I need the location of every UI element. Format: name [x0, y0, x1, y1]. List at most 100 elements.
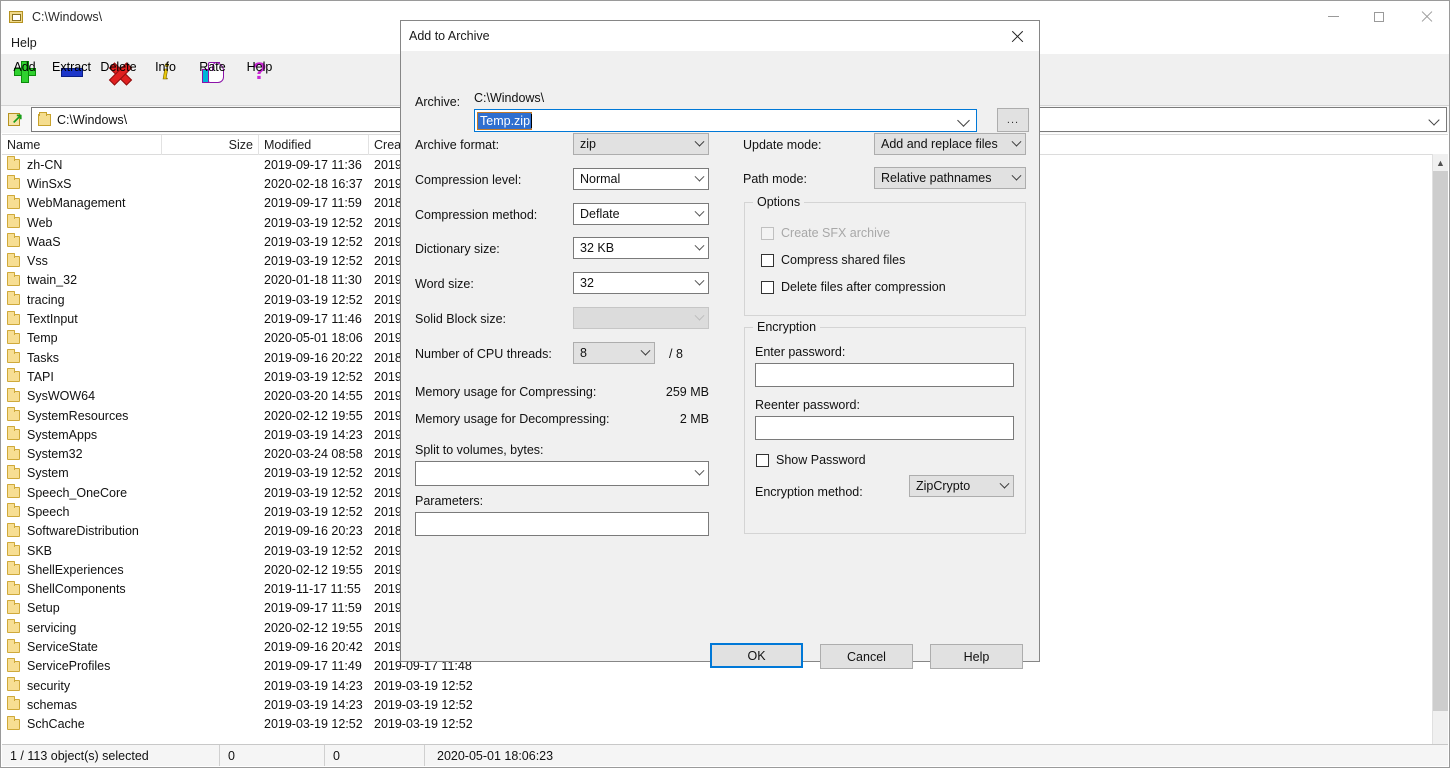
archive-format-label: Archive format:	[415, 138, 499, 152]
folder-icon	[7, 391, 20, 402]
checkbox-box	[761, 281, 774, 294]
cell-name: Speech	[2, 502, 162, 521]
cell-name: ShellComponents	[2, 580, 162, 599]
maximize-button[interactable]	[1356, 1, 1402, 32]
cell-created: 2019-03-19 12:52	[369, 715, 479, 734]
path-mode-value: Relative pathnames	[881, 171, 1007, 185]
cell-size	[162, 232, 259, 251]
toolbar-add-label: Add	[13, 60, 35, 75]
compress-shared-files-checkbox[interactable]: Compress shared files	[761, 253, 905, 267]
cell-size	[162, 290, 259, 309]
toolbar-info-button[interactable]: i Info	[142, 56, 189, 104]
file-name: TextInput	[27, 312, 78, 326]
toolbar-add-button[interactable]: Add	[1, 56, 48, 104]
cell-size	[162, 252, 259, 271]
table-row[interactable]: SchCache2019-03-19 12:522019-03-19 12:52	[2, 715, 1448, 734]
reenter-password-input[interactable]	[755, 416, 1014, 440]
cell-size	[162, 695, 259, 714]
close-button[interactable]	[1402, 1, 1449, 32]
column-header-modified[interactable]: Modified	[259, 135, 369, 155]
browse-button[interactable]: ...	[997, 108, 1029, 132]
chevron-down-icon	[690, 176, 708, 183]
text-caret	[531, 114, 532, 128]
minimize-button[interactable]	[1310, 1, 1356, 32]
cpu-threads-value: 8	[580, 346, 636, 360]
ok-button[interactable]: OK	[710, 643, 803, 668]
path-mode-select[interactable]: Relative pathnames	[874, 167, 1026, 189]
folder-icon	[7, 487, 20, 498]
cell-name: WebManagement	[2, 194, 162, 213]
parameters-input[interactable]	[415, 512, 709, 536]
cell-size	[162, 310, 259, 329]
cell-size	[162, 406, 259, 425]
folder-icon	[7, 719, 20, 730]
dialog-close-button[interactable]	[995, 21, 1039, 51]
cell-modified: 2019-03-19 14:23	[259, 676, 369, 695]
folder-icon	[7, 468, 20, 479]
toolbar-delete-button[interactable]: Delete	[95, 56, 142, 104]
chevron-down-icon	[690, 280, 708, 287]
chevron-down-icon[interactable]	[957, 114, 970, 127]
cell-name: Setup	[2, 599, 162, 618]
cell-size	[162, 464, 259, 483]
enter-password-input[interactable]	[755, 363, 1014, 387]
toolbar-help-button[interactable]: ? Help	[236, 56, 283, 104]
folder-icon	[7, 198, 20, 209]
table-row[interactable]: security2019-03-19 14:232019-03-19 12:52	[2, 676, 1448, 695]
delete-files-after-compression-label: Delete files after compression	[781, 280, 946, 294]
folder-up-icon: ↗	[8, 111, 25, 128]
toolbar-rate-label: Rate	[199, 60, 225, 75]
folder-icon	[7, 603, 20, 614]
cell-name: SysWOW64	[2, 387, 162, 406]
column-header-name[interactable]: Name	[2, 135, 162, 155]
folder-icon	[7, 584, 20, 595]
file-name: ServiceState	[27, 640, 98, 654]
column-header-size[interactable]: Size	[162, 135, 259, 155]
minimize-icon	[1328, 16, 1339, 17]
update-mode-label: Update mode:	[743, 138, 822, 152]
menu-item-help[interactable]: Help	[4, 34, 44, 52]
show-password-checkbox[interactable]: Show Password	[756, 453, 866, 467]
archive-name-value: Temp.zip	[478, 113, 531, 129]
cancel-button[interactable]: Cancel	[820, 644, 913, 669]
scrollbar-thumb[interactable]	[1433, 171, 1448, 711]
compression-method-select[interactable]: Deflate	[573, 203, 709, 225]
scroll-up-icon[interactable]: ▲	[1433, 154, 1448, 171]
toolbar-rate-button[interactable]: Rate	[189, 56, 236, 104]
cell-name: security	[2, 676, 162, 695]
options-group-label: Options	[753, 195, 804, 209]
help-button[interactable]: Help	[930, 644, 1023, 669]
encryption-method-select[interactable]: ZipCrypto	[909, 475, 1014, 497]
folder-up-button[interactable]: ↗	[1, 107, 31, 132]
cell-name: TextInput	[2, 310, 162, 329]
delete-files-after-compression-checkbox[interactable]: Delete files after compression	[761, 280, 946, 294]
status-selection: 1 / 113 object(s) selected	[2, 745, 220, 766]
cell-modified: 2019-03-19 12:52	[259, 502, 369, 521]
cell-modified: 2019-03-19 14:23	[259, 695, 369, 714]
cell-name: Temp	[2, 329, 162, 348]
file-list-scrollbar[interactable]: ▲	[1432, 154, 1448, 745]
cell-name: Web	[2, 213, 162, 232]
status-bar: 1 / 113 object(s) selected 0 0 2020-05-0…	[2, 744, 1448, 766]
table-row[interactable]: schemas2019-03-19 14:232019-03-19 12:52	[2, 695, 1448, 714]
file-name: ShellExperiences	[27, 563, 124, 577]
chevron-down-icon[interactable]	[1428, 114, 1439, 125]
cell-size	[162, 194, 259, 213]
folder-icon	[7, 564, 20, 575]
cpu-threads-select[interactable]: 8	[573, 342, 655, 364]
cell-size	[162, 271, 259, 290]
cpu-threads-label: Number of CPU threads:	[415, 347, 552, 361]
toolbar-extract-button[interactable]: Extract	[48, 56, 95, 104]
compression-level-select[interactable]: Normal	[573, 168, 709, 190]
cell-size	[162, 329, 259, 348]
cell-name: System	[2, 464, 162, 483]
archive-format-select[interactable]: zip	[573, 133, 709, 155]
word-size-select[interactable]: 32	[573, 272, 709, 294]
update-mode-select[interactable]: Add and replace files	[874, 133, 1026, 155]
dictionary-size-select[interactable]: 32 KB	[573, 237, 709, 259]
cell-size	[162, 522, 259, 541]
split-volumes-select[interactable]	[415, 461, 709, 486]
folder-icon	[7, 371, 20, 382]
file-name: Tasks	[27, 351, 59, 365]
archive-name-input[interactable]: Temp.zip	[474, 109, 977, 132]
